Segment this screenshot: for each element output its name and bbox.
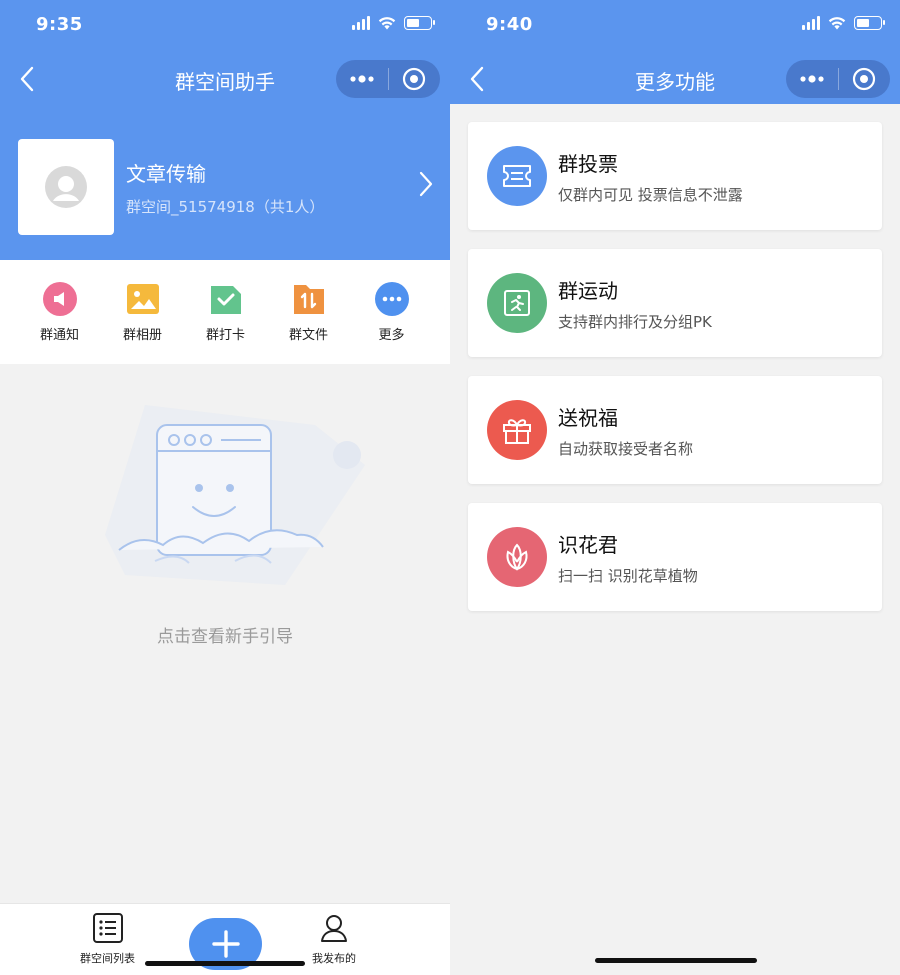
card-description: 扫一扫 识别花草植物 [558,567,698,585]
miniapp-capsule [336,60,440,98]
checkin-icon [209,282,243,316]
func-notice[interactable]: 群通知 [18,260,101,364]
target-icon [853,67,876,91]
bottom-tabbar: 群空间列表 我发布的 [0,903,450,975]
file-icon [292,282,326,316]
wifi-icon [378,17,396,30]
signal-icon [802,16,820,30]
status-icons [802,16,885,30]
running-icon [487,273,547,333]
ticket-icon [487,146,547,206]
status-icons [352,16,435,30]
tab-label: 群空间列表 [80,952,135,965]
feature-card-blessing[interactable]: 送祝福 自动获取接受者名称 [468,376,882,484]
more-menu-button[interactable] [336,60,388,98]
status-time: 9:40 [486,14,533,35]
guide-illustration [105,405,365,585]
more-menu-button[interactable] [786,60,838,98]
tab-my-posts[interactable]: 我发布的 [312,912,356,966]
wifi-icon [828,17,846,30]
feature-list: 群投票 仅群内可见 投票信息不泄露 群运动 支持群内排行及分组PK 送祝福 自动… [468,122,882,630]
close-miniapp-button[interactable] [388,60,440,98]
func-label: 更多 [378,328,405,343]
gift-icon [487,400,547,460]
feature-card-vote[interactable]: 群投票 仅群内可见 投票信息不泄露 [468,122,882,230]
tab-group-list[interactable]: 群空间列表 [80,912,135,966]
card-title: 识花君 [558,533,618,557]
group-profile[interactable]: 文章传输 群空间_51574918（共1人） [0,104,450,260]
func-checkin[interactable]: 群打卡 [184,260,267,364]
card-description: 支持群内排行及分组PK [558,313,712,331]
home-indicator [145,961,305,966]
list-icon [92,913,123,943]
top-bar: 9:40 更多功能 [450,0,900,104]
func-files[interactable]: 群文件 [267,260,350,364]
feature-card-sport[interactable]: 群运动 支持群内排行及分组PK [468,249,882,357]
new-user-guide-link[interactable]: 点击查看新手引导 [0,622,450,647]
feature-card-flower[interactable]: 识花君 扫一扫 识别花草植物 [468,503,882,611]
more-dots-icon [350,75,374,83]
func-album[interactable]: 群相册 [101,260,184,364]
right-screen: 9:40 更多功能 群投票 仅群内可见 投票信息不泄露 群运动 支持群内排行及分… [450,0,900,975]
chevron-right-icon [419,171,433,197]
card-title: 群运动 [558,279,618,303]
func-label: 群文件 [288,328,328,343]
top-bar: 9:35 群空间助手 [0,0,450,104]
avatar [18,139,114,235]
status-time: 9:35 [36,14,83,35]
home-indicator [595,958,757,963]
close-miniapp-button[interactable] [838,60,890,98]
target-icon [403,67,426,91]
card-description: 自动获取接受者名称 [558,440,694,458]
card-description: 仅群内可见 投票信息不泄露 [558,186,743,204]
battery-icon [404,16,435,30]
megaphone-icon [42,282,77,316]
more-dots-icon [800,75,824,83]
left-screen: 9:35 群空间助手 文章传输 群空间_51574918（共1人） 群通知 群相… [0,0,450,975]
func-more[interactable]: 更多 [350,260,433,364]
photo-icon [126,282,160,316]
func-label: 群通知 [39,328,79,343]
signal-icon [352,16,370,30]
flower-icon [487,527,547,587]
battery-icon [854,16,885,30]
group-id: 群空间_51574918（共1人） [126,198,325,216]
card-title: 送祝福 [558,406,618,430]
plus-icon [211,930,240,958]
group-name: 文章传输 [126,162,206,186]
avatar-placeholder-icon [45,166,87,208]
more-icon [374,282,409,316]
card-title: 群投票 [558,152,618,176]
person-icon [321,915,347,942]
func-label: 群打卡 [205,328,245,343]
function-row: 群通知 群相册 群打卡 群文件 更多 [0,260,450,364]
miniapp-capsule [786,60,890,98]
tab-label: 我发布的 [312,952,356,965]
func-label: 群相册 [122,328,162,343]
